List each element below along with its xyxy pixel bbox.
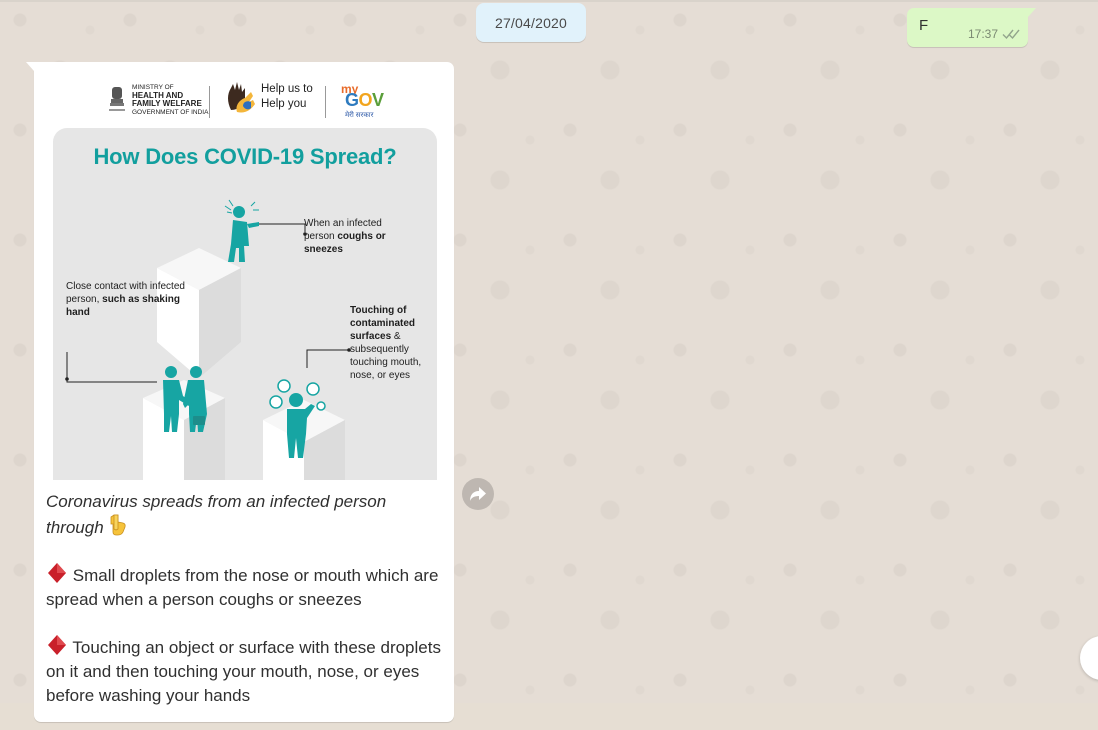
- mygov-logo: my GOV मेरी सरकार: [341, 83, 385, 121]
- outgoing-message-text: F: [919, 17, 929, 34]
- state-emblem-icon: [109, 87, 125, 111]
- outgoing-message[interactable]: F 17:37: [907, 8, 1036, 47]
- help-logo-line1: Help us to: [261, 83, 313, 95]
- coughing-person-figure: [228, 206, 259, 262]
- incoming-message-text: Coronavirus spreads from an infected per…: [46, 490, 442, 730]
- help-us-logo: Help us to Help you: [225, 80, 321, 114]
- red-diamond-emoji: [48, 563, 66, 583]
- helping-hands-icon: [228, 82, 255, 113]
- poster-header: MINISTRY OF HEALTH AND FAMILY WELFARE GO…: [53, 64, 437, 124]
- caption-touch: Touching of contaminated surfaces & subs…: [350, 305, 422, 381]
- ministry-logo: MINISTRY OF HEALTH AND FAMILY WELFARE GO…: [108, 84, 222, 116]
- help-logo-line2: Help you: [261, 98, 307, 110]
- forward-button[interactable]: [462, 478, 494, 510]
- red-diamond-emoji: [48, 635, 66, 655]
- date-chip: 27/04/2020: [476, 3, 586, 42]
- cube-handshake: [143, 380, 225, 480]
- outgoing-message-time: 17:37: [967, 27, 998, 41]
- date-chip-label: 27/04/2020: [494, 14, 568, 31]
- header-divider: [0, 0, 1098, 2]
- mygov-gov: GOV: [345, 90, 384, 110]
- intro-text: Coronavirus spreads from an infected per…: [46, 492, 387, 537]
- outgoing-message-meta: 17:37: [968, 27, 1020, 41]
- caption-cough: When an infected person coughs or sneeze…: [304, 218, 386, 255]
- double-check-icon: [1002, 29, 1020, 40]
- poster-title: How Does COVID-19 Spread?: [93, 144, 397, 169]
- header-separator: [325, 86, 326, 118]
- covid-spread-poster-image[interactable]: MINISTRY OF HEALTH AND FAMILY WELFARE GO…: [53, 64, 437, 480]
- incoming-message[interactable]: MINISTRY OF HEALTH AND FAMILY WELFARE GO…: [26, 62, 454, 722]
- caption-contact: Close contact with infected person, such…: [66, 281, 185, 318]
- header-separator: [209, 86, 210, 118]
- forward-arrow-icon: [470, 487, 486, 501]
- pointing-down-emoji: [111, 514, 126, 536]
- mygov-subtitle: मेरी सरकार: [345, 112, 374, 119]
- bullet-text-1: Small droplets from the nose or mouth wh…: [46, 566, 439, 609]
- bullet-text-2: Touching an object or surface with these…: [46, 638, 441, 705]
